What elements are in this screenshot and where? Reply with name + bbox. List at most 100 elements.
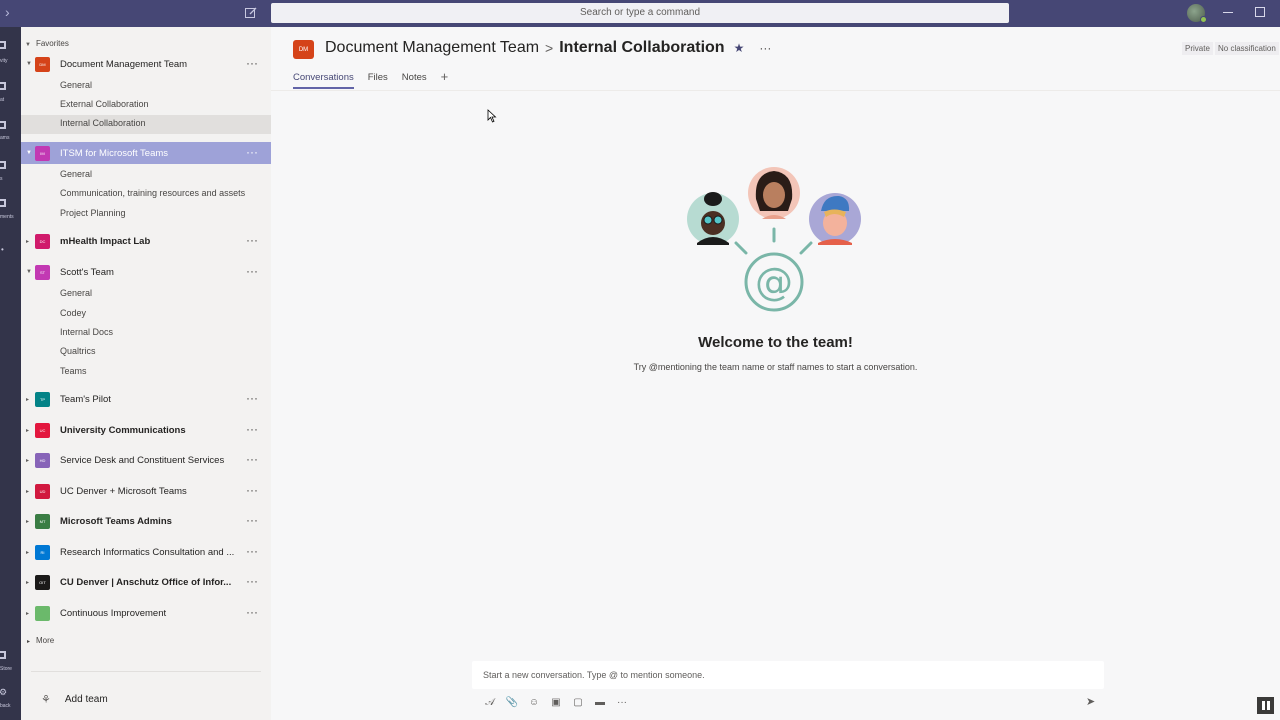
sticker-icon[interactable]: ▢ [571, 695, 585, 709]
channel-tabs: Conversations Files Notes + [293, 69, 449, 89]
more-options-icon[interactable]: ··· [615, 695, 629, 709]
team-row[interactable]: ▸ RI Research Informatics Consultation a… [21, 542, 271, 562]
assignments-icon[interactable] [0, 199, 6, 207]
channel-item-selected[interactable]: Internal Collaboration [60, 118, 146, 128]
team-row[interactable]: ▸ MT Microsoft Teams Admins ··· [21, 511, 271, 531]
team-row[interactable]: ▼ DM Document Management Team ··· [21, 54, 271, 74]
more-options-icon[interactable]: ··· [246, 265, 258, 277]
more-apps-icon[interactable]: • [1, 245, 4, 254]
channel-item[interactable]: General [60, 80, 92, 90]
pause-icon[interactable] [1257, 697, 1274, 714]
format-icon[interactable]: 𝒜 [483, 695, 497, 709]
store-icon[interactable] [0, 651, 6, 659]
caret-right-icon: ▸ [26, 518, 30, 525]
compose-input[interactable]: Start a new conversation. Type @ to ment… [472, 661, 1104, 689]
team-avatar: UC [35, 422, 50, 438]
feedback-icon[interactable]: ⚙ [0, 687, 7, 698]
caret-right-icon: ▸ [26, 549, 30, 556]
team-avatar: TP [35, 391, 50, 407]
breadcrumb-channel: Internal Collaboration [559, 39, 725, 56]
channel-item[interactable]: Internal Docs [60, 327, 113, 337]
more-options-icon[interactable]: ··· [246, 453, 258, 465]
more-options-icon[interactable]: ··· [246, 146, 258, 158]
channel-item[interactable]: Project Planning [60, 208, 126, 218]
more-options-icon[interactable]: ··· [246, 423, 258, 435]
team-avatar-header: DM [293, 40, 314, 59]
more-teams-link[interactable]: ▸ More [27, 636, 54, 645]
team-row[interactable]: ▸ UC University Communications ··· [21, 420, 271, 440]
welcome-subtitle: Try @mentioning the team name or staff n… [633, 362, 918, 372]
more-options-icon[interactable]: ··· [246, 234, 258, 246]
caret-down-icon: ▼ [26, 269, 32, 275]
add-tab-icon[interactable]: + [441, 69, 449, 89]
caret-right-icon: ▸ [26, 579, 30, 586]
team-name: University Communications [60, 424, 186, 436]
more-options-icon[interactable]: ··· [246, 514, 258, 526]
rail-label: s [0, 176, 3, 182]
channel-item[interactable]: Qualtrics [60, 346, 96, 356]
team-row[interactable]: ▸ UD UC Denver + Microsoft Teams ··· [21, 481, 271, 501]
tab-files[interactable]: Files [368, 72, 388, 89]
files-icon[interactable] [0, 161, 6, 169]
attach-icon[interactable]: 📎 [505, 695, 519, 709]
compose-icon[interactable] [244, 6, 258, 20]
more-options-icon[interactable]: ··· [246, 57, 258, 69]
user-avatar[interactable] [1187, 4, 1207, 23]
channel-item[interactable]: General [60, 169, 92, 179]
caret-down-icon: ▼ [26, 61, 32, 67]
team-row[interactable]: ▸ TP Team's Pilot ··· [21, 389, 271, 409]
title-bar: › Search or type a command [0, 0, 1280, 27]
caret-right-icon: ▸ [26, 427, 30, 434]
channel-item[interactable]: Teams [60, 366, 87, 376]
rail-label: back [0, 703, 11, 709]
tab-notes[interactable]: Notes [402, 72, 427, 89]
emoji-icon[interactable]: ☺ [527, 695, 541, 709]
team-row[interactable]: ▸ OIT CU Denver | Anschutz Office of Inf… [21, 572, 271, 592]
send-icon[interactable]: ➤ [1086, 695, 1095, 708]
caret-down-icon: ▼ [25, 42, 31, 48]
tab-conversations[interactable]: Conversations [293, 72, 354, 89]
team-row-selected[interactable]: ▼ IM ITSM for Microsoft Teams ··· [21, 142, 271, 164]
channel-item[interactable]: Codey [60, 308, 86, 318]
chevron-right-icon[interactable]: › [5, 4, 10, 20]
caret-right-icon: ▸ [26, 610, 30, 617]
more-options-icon[interactable]: ··· [246, 606, 258, 618]
caret-down-icon: ▼ [26, 150, 32, 156]
team-avatar: IM [35, 145, 50, 161]
team-name: Continuous Improvement [60, 607, 167, 619]
team-row[interactable]: ▸ Continuous Improvement ··· [21, 603, 271, 623]
app-rail: vity at ams s ments • Store ⚙ back [0, 27, 21, 720]
channel-item[interactable]: Communication, training resources and as… [60, 188, 245, 198]
more-options-icon[interactable]: ··· [246, 545, 258, 557]
gif-icon[interactable]: ▣ [549, 695, 563, 709]
breadcrumb-team[interactable]: Document Management Team [325, 39, 539, 57]
more-options-icon[interactable]: ··· [246, 484, 258, 496]
caret-right-icon: ▸ [26, 457, 30, 464]
channel-item[interactable]: External Collaboration [60, 99, 149, 109]
team-row[interactable]: ▼ ST Scott's Team ··· [21, 262, 271, 282]
add-team-button[interactable]: ⚘ Add team [41, 693, 108, 706]
team-avatar: UD [35, 483, 50, 499]
header-divider [271, 90, 1280, 91]
team-row[interactable]: ▸ HD Service Desk and Constituent Servic… [21, 450, 271, 470]
caret-right-icon: ▸ [26, 396, 30, 403]
team-row[interactable]: ▸ DC mHealth Impact Lab ··· [21, 231, 271, 251]
activity-icon[interactable] [0, 41, 6, 49]
channel-item[interactable]: General [60, 288, 92, 298]
compose-toolbar: 𝒜 📎 ☺ ▣ ▢ ▬ ··· [483, 695, 637, 709]
presence-icon [1200, 16, 1207, 23]
chat-icon[interactable] [0, 82, 6, 90]
favorites-header[interactable]: ▼ Favorites [25, 39, 69, 48]
teams-icon[interactable] [0, 121, 6, 129]
rail-label: vity [0, 58, 8, 64]
team-avatar: DC [35, 233, 50, 249]
maximize-icon[interactable] [1255, 7, 1265, 17]
more-options-icon[interactable]: ··· [246, 392, 258, 404]
caret-right-icon: ▸ [26, 238, 30, 245]
more-options-icon[interactable]: ··· [246, 575, 258, 587]
search-input[interactable]: Search or type a command [271, 3, 1009, 23]
favorite-star-icon[interactable]: ★ [734, 41, 745, 55]
more-options-icon[interactable]: ··· [759, 41, 771, 55]
minimize-icon[interactable] [1223, 12, 1233, 13]
meet-now-icon[interactable]: ▬ [593, 695, 607, 709]
